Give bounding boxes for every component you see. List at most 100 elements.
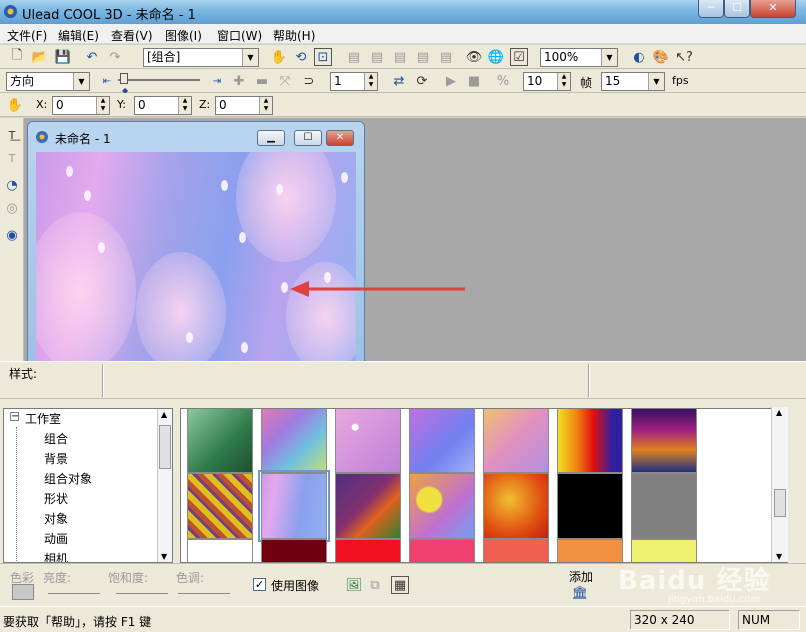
hand-tool-icon[interactable]: ✋ bbox=[270, 48, 288, 66]
undo-icon[interactable]: ↶ bbox=[83, 48, 101, 66]
maximize-button[interactable]: ☐ bbox=[724, 0, 750, 18]
swatch-pink-sparkle[interactable] bbox=[335, 409, 401, 473]
palette-icon[interactable]: 🎨 bbox=[652, 48, 670, 66]
saturation-slider[interactable] bbox=[116, 588, 168, 594]
swatch-cobblestone[interactable] bbox=[187, 473, 253, 539]
tree-root-studio[interactable]: 工作室 bbox=[25, 410, 61, 427]
stop-icon[interactable]: ■ bbox=[465, 72, 483, 90]
tree-item-shape[interactable]: 形状 bbox=[44, 490, 68, 507]
doc-close-button[interactable]: ✕ bbox=[326, 130, 354, 146]
x-input[interactable]: 0 ▲ ▼ bbox=[52, 96, 110, 115]
save-icon[interactable]: 💾 bbox=[54, 48, 72, 66]
use-image-checkbox[interactable]: ✓ bbox=[253, 578, 266, 591]
copy-image-icon[interactable]: ⧉ bbox=[366, 576, 384, 594]
total-frames-input[interactable]: 10 ▲ ▼ bbox=[523, 72, 571, 91]
tree-scrollbar[interactable]: ▲ ▼ bbox=[157, 409, 172, 562]
stack-icon-2[interactable]: ▤ bbox=[368, 48, 386, 66]
swap-icon[interactable]: ⇄ bbox=[390, 72, 408, 90]
insert-object-icon[interactable]: ◔ bbox=[3, 176, 21, 194]
menu-file[interactable]: 文件(F) bbox=[7, 27, 47, 44]
image-options-icon[interactable]: ▦ bbox=[391, 576, 409, 594]
close-button[interactable]: ✕ bbox=[750, 0, 796, 18]
scroll-thumb[interactable] bbox=[774, 489, 786, 517]
swatch-aurora-blue[interactable] bbox=[258, 470, 330, 542]
geometry-icon[interactable]: ◉ bbox=[3, 226, 21, 244]
menu-edit[interactable]: 编辑(E) bbox=[58, 27, 99, 44]
stack-icon-3[interactable]: ▤ bbox=[391, 48, 409, 66]
swatch-rainbow-pastel[interactable] bbox=[261, 409, 327, 473]
fps-select[interactable]: 15 ▼ bbox=[601, 72, 665, 91]
swatch-black[interactable] bbox=[557, 473, 623, 539]
open-folder-icon[interactable]: 📂 bbox=[31, 48, 49, 66]
check-frame-icon[interactable]: ☑ bbox=[510, 48, 528, 66]
rotate-tool-icon[interactable]: ⟲ bbox=[292, 48, 310, 66]
swatch-purple-green[interactable] bbox=[335, 473, 401, 539]
direction-select[interactable]: 方向 ▼ bbox=[6, 72, 90, 91]
swatch-scrollbar[interactable]: ▲ ▼ bbox=[771, 407, 788, 562]
swatch-red[interactable] bbox=[335, 539, 401, 562]
menu-window[interactable]: 窗口(W) bbox=[217, 27, 262, 44]
stack-icon-1[interactable]: ▤ bbox=[345, 48, 363, 66]
swatch-orange-lava[interactable] bbox=[483, 473, 549, 539]
tree-item-object[interactable]: 对象 bbox=[44, 510, 68, 527]
swatch-white[interactable] bbox=[187, 539, 253, 562]
doc-maximize-button[interactable]: ☐ bbox=[294, 130, 322, 146]
edit-text-icon[interactable]: T bbox=[3, 149, 21, 167]
frame-number-input[interactable]: 1 ▲ ▼ bbox=[330, 72, 378, 91]
hue-slider[interactable] bbox=[178, 588, 230, 594]
swatch-dark-red[interactable] bbox=[261, 539, 327, 562]
swatch-orange[interactable] bbox=[557, 539, 623, 562]
menu-view[interactable]: 查看(V) bbox=[111, 27, 153, 44]
timeline-slider[interactable]: ◆ bbox=[118, 73, 200, 95]
minimize-button[interactable]: ─ bbox=[698, 0, 724, 18]
help-cursor-icon[interactable]: ↖? bbox=[675, 48, 693, 66]
loop-icon[interactable]: ⟳ bbox=[413, 72, 431, 90]
web-icon[interactable]: ◐ bbox=[630, 48, 648, 66]
scroll-up-icon[interactable]: ▲ bbox=[776, 408, 782, 417]
swatch-gray[interactable] bbox=[631, 473, 697, 539]
swatch-spectrum-dark[interactable] bbox=[631, 409, 697, 473]
object-select[interactable]: [组合] ▼ bbox=[143, 48, 259, 67]
play-icon[interactable]: ▶ bbox=[442, 72, 460, 90]
z-input[interactable]: 0 ▲ ▼ bbox=[215, 96, 273, 115]
globe-icon[interactable]: 🌐 bbox=[487, 48, 505, 66]
insert-text-icon[interactable]: T͟ bbox=[3, 126, 21, 144]
first-frame-icon[interactable]: ⇤ bbox=[98, 72, 116, 90]
redo-icon[interactable]: ↷ bbox=[106, 48, 124, 66]
swatch-coral[interactable] bbox=[483, 539, 549, 562]
arrows-icon[interactable]: ⤧ bbox=[276, 72, 294, 90]
preview-canvas[interactable] bbox=[36, 152, 356, 364]
tree-item-animation[interactable]: 动画 bbox=[44, 530, 68, 547]
doc-minimize-button[interactable]: ▁ bbox=[257, 130, 285, 146]
stack-icon-4[interactable]: ▤ bbox=[414, 48, 432, 66]
position-tool-icon[interactable]: ✋ bbox=[6, 96, 24, 114]
stack-icon-5[interactable]: ▤ bbox=[437, 48, 455, 66]
new-file-icon[interactable]: 🗋 bbox=[8, 48, 26, 66]
scroll-down-icon[interactable]: ▼ bbox=[161, 552, 167, 561]
tree-collapse-icon[interactable]: − bbox=[10, 412, 19, 422]
menu-help[interactable]: 帮助(H) bbox=[273, 27, 315, 44]
brightness-slider[interactable] bbox=[48, 588, 100, 594]
tree-item-background[interactable]: 背景 bbox=[44, 450, 68, 467]
zoom-select[interactable]: 100% ▼ bbox=[540, 48, 618, 67]
remove-keyframe-icon[interactable]: ▬ bbox=[253, 72, 271, 90]
swatch-peach-purple[interactable] bbox=[483, 409, 549, 473]
tree-item-camera[interactable]: 相机 bbox=[44, 550, 68, 562]
reverse-icon[interactable]: ⊃ bbox=[300, 72, 318, 90]
load-image-icon[interactable]: 🖼 bbox=[345, 576, 363, 594]
scroll-up-icon[interactable]: ▲ bbox=[161, 410, 167, 419]
menu-image[interactable]: 图像(I) bbox=[165, 27, 202, 44]
swatch-yellow-pink-blobs[interactable] bbox=[409, 473, 475, 539]
tree-item-group[interactable]: 组合 bbox=[44, 430, 68, 447]
percent-icon[interactable]: % bbox=[494, 72, 512, 90]
color-swatch-button[interactable] bbox=[12, 584, 34, 600]
size-tool-icon[interactable]: ⊡ bbox=[314, 48, 332, 66]
swatch-green-gradient[interactable] bbox=[187, 409, 253, 473]
swatch-pink-red[interactable] bbox=[409, 539, 475, 562]
scroll-thumb[interactable] bbox=[159, 425, 171, 469]
scroll-down-icon[interactable]: ▼ bbox=[776, 552, 782, 561]
last-frame-icon[interactable]: ⇥ bbox=[208, 72, 226, 90]
swatch-violet-blue[interactable] bbox=[409, 409, 475, 473]
add-keyframe-icon[interactable]: ✚ bbox=[230, 72, 248, 90]
edit-object-icon[interactable]: ◎ bbox=[3, 199, 21, 217]
